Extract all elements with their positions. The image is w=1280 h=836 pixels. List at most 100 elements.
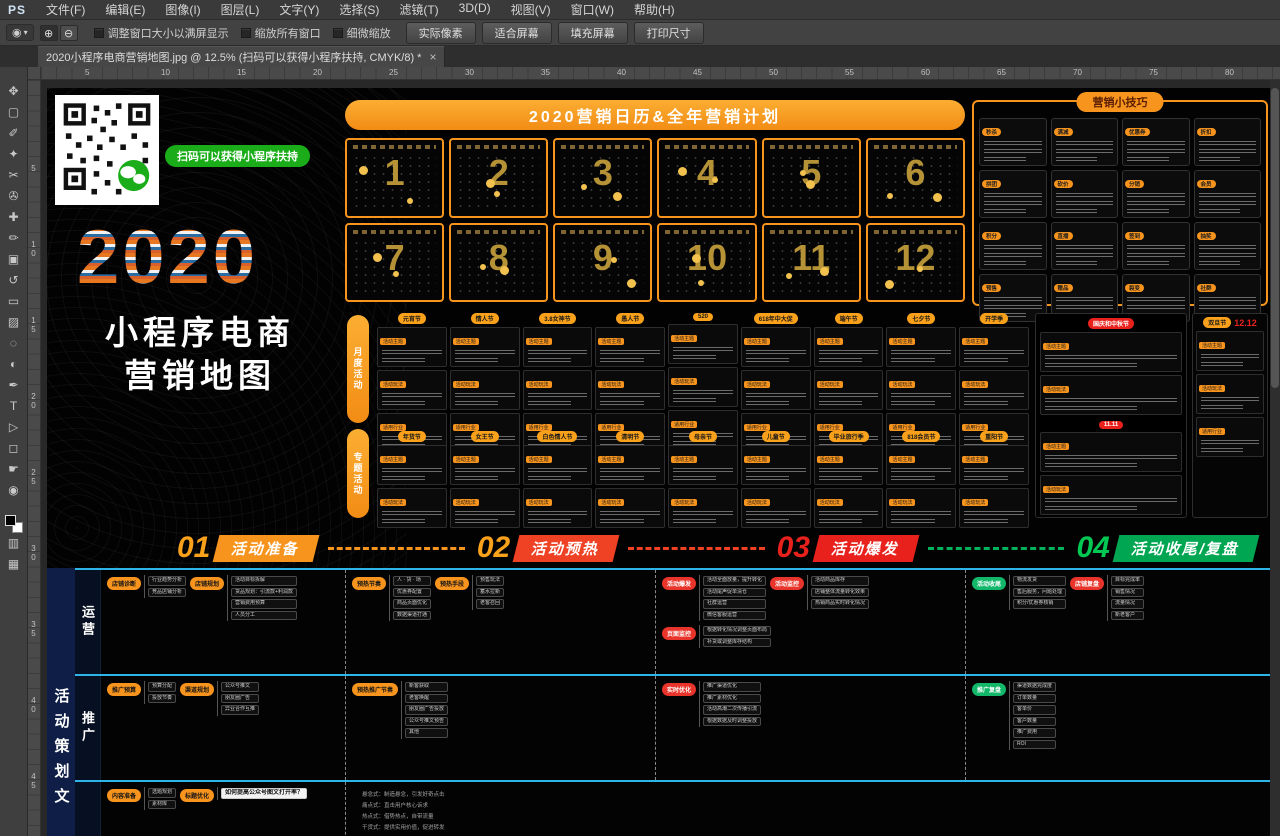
zoom-option-checkbox[interactable]: 缩放所有窗口 bbox=[241, 25, 321, 41]
document-canvas[interactable]: 扫码可以获得小程序扶持 2020 小程序电商 营销地图 2020营销日历&全年营… bbox=[47, 88, 1270, 836]
mindmap-node[interactable]: 微信客服运营 bbox=[703, 611, 766, 621]
zoom-action-button[interactable]: 适合屏幕 bbox=[482, 22, 552, 44]
mindmap-node[interactable]: 人员分工 bbox=[231, 611, 297, 621]
menu-item[interactable]: 文字(Y) bbox=[269, 1, 329, 18]
mindmap-node[interactable]: 物流发货 bbox=[1013, 576, 1066, 586]
mindmap-node[interactable]: 活动高潮二次传播引流 bbox=[703, 705, 761, 715]
calendar-month[interactable]: 12 bbox=[866, 223, 965, 303]
mindmap-badge[interactable]: 活动监控 bbox=[770, 577, 804, 590]
event-column[interactable]: 白色情人节活动主题活动玩法 bbox=[523, 431, 593, 528]
mindmap-badge[interactable]: 标题优化 bbox=[180, 789, 214, 802]
mindmap-node[interactable]: 投放节奏 bbox=[148, 694, 176, 704]
mindmap-node[interactable]: 选题规划 bbox=[148, 788, 176, 798]
event-column[interactable]: 儿童节活动主题活动玩法 bbox=[741, 431, 811, 528]
mindmap-node[interactable]: 推广渠道优化 bbox=[703, 682, 761, 692]
checkbox-icon[interactable] bbox=[333, 28, 343, 38]
tip-card[interactable]: 满减 bbox=[1051, 118, 1119, 166]
zoom-in-button[interactable]: ⊕ bbox=[40, 25, 58, 41]
history-brush-tool[interactable]: ↺ bbox=[4, 270, 24, 291]
mindmap-node[interactable]: 积分/优惠券核销 bbox=[1013, 599, 1066, 609]
mindmap-badge[interactable]: 页面监控 bbox=[662, 627, 696, 640]
quick-mask-icon[interactable]: ▥ bbox=[4, 533, 24, 554]
zoom-out-button[interactable]: ⊖ bbox=[60, 25, 78, 41]
mindmap-badge[interactable]: 预热推广节奏 bbox=[352, 683, 398, 696]
brush-tool[interactable]: ✏ bbox=[4, 228, 24, 249]
menu-item[interactable]: 选择(S) bbox=[329, 1, 389, 18]
mindmap-node[interactable]: 如何提高公众号图文打开率？ bbox=[221, 788, 307, 799]
mindmap-node[interactable]: 行业趋势分析 bbox=[148, 576, 186, 586]
mindmap-node[interactable]: 售后服务，问题处理 bbox=[1013, 588, 1066, 598]
mindmap-badge[interactable]: 预热节奏 bbox=[352, 577, 386, 590]
tip-card[interactable]: 拼团 bbox=[979, 170, 1047, 218]
hand-tool[interactable]: ☛ bbox=[4, 459, 24, 480]
phase-ribbon[interactable]: 活动准备 bbox=[213, 535, 320, 562]
vertical-scrollbar[interactable] bbox=[1270, 80, 1280, 836]
event-column[interactable]: 年货节活动主题活动玩法 bbox=[377, 431, 447, 528]
calendar-month[interactable]: 6 bbox=[866, 138, 965, 218]
clone-stamp-tool[interactable]: ▣ bbox=[4, 249, 24, 270]
mindmap-node[interactable]: ROI bbox=[1013, 740, 1056, 750]
eyedropper-tool[interactable]: ✇ bbox=[4, 186, 24, 207]
calendar-month[interactable]: 4 bbox=[657, 138, 756, 218]
mindmap-node[interactable]: 营销费用预算 bbox=[231, 599, 297, 609]
event-column[interactable]: 女王节活动主题活动玩法 bbox=[450, 431, 520, 528]
mindmap-node[interactable]: 活动目标拆解 bbox=[231, 576, 297, 586]
tip-card[interactable]: 积分 bbox=[979, 222, 1047, 270]
menu-item[interactable]: 文件(F) bbox=[36, 1, 95, 18]
tip-card[interactable]: 抽奖 bbox=[1194, 222, 1262, 270]
mindmap-badge[interactable]: 活动爆发 bbox=[662, 577, 696, 590]
gradient-tool[interactable]: ▨ bbox=[4, 312, 24, 333]
mindmap-node[interactable]: 新老客户 bbox=[1111, 611, 1144, 621]
tip-card[interactable]: 会员 bbox=[1194, 170, 1262, 218]
mindmap-node[interactable]: 异业合作互推 bbox=[221, 705, 259, 715]
mindmap-node[interactable]: 公众号推文预告 bbox=[405, 717, 448, 727]
mindmap-node[interactable]: 新客获取 bbox=[405, 682, 448, 692]
mindmap-node[interactable]: 活动全面放量，提升转化 bbox=[703, 576, 766, 586]
mindmap-node[interactable]: 预售玩法 bbox=[476, 576, 504, 586]
mindmap-node[interactable]: 活动尾声促单清仓 bbox=[703, 588, 766, 598]
zoom-option-checkbox[interactable]: 调整窗口大小以满屏显示 bbox=[94, 25, 229, 41]
event-column[interactable]: 母亲节活动主题活动玩法 bbox=[668, 431, 738, 528]
mindmap-node[interactable]: 补货或调整库存结构 bbox=[703, 638, 771, 648]
event-column[interactable]: 重阳节活动主题活动玩法 bbox=[959, 431, 1029, 528]
tip-card[interactable]: 直播 bbox=[1051, 222, 1119, 270]
mindmap-node[interactable]: 根据数据及时调整投放 bbox=[703, 717, 761, 727]
mindmap-node[interactable]: 订单数量 bbox=[1013, 694, 1056, 704]
mindmap-node[interactable]: 老客唤醒 bbox=[405, 694, 448, 704]
mindmap-badge[interactable]: 店铺规划 bbox=[190, 577, 224, 590]
checkbox-icon[interactable] bbox=[241, 28, 251, 38]
mindmap-badge[interactable]: 推广复盘 bbox=[972, 683, 1006, 696]
event-column[interactable]: 818会员节活动主题活动玩法 bbox=[886, 431, 956, 528]
mindmap-badge[interactable]: 店铺诊断 bbox=[107, 577, 141, 590]
mindmap-badge[interactable]: 预热手段 bbox=[435, 577, 469, 590]
tool-preset-dropdown[interactable]: ◉ ▾ bbox=[6, 24, 34, 41]
mindmap-node[interactable]: 素材库 bbox=[148, 800, 176, 810]
mindmap-node[interactable]: 货品规划：引流款+利润款 bbox=[231, 588, 297, 598]
mindmap-badge[interactable]: 活动收尾 bbox=[972, 577, 1006, 590]
phase-ribbon[interactable]: 活动收尾/复盘 bbox=[1112, 535, 1259, 562]
blur-tool[interactable]: ◌ bbox=[4, 333, 24, 354]
document-tab[interactable]: 2020小程序电商营销地图.jpg @ 12.5% (扫码可以获得小程序扶持, … bbox=[38, 46, 445, 67]
zoom-action-button[interactable]: 填充屏幕 bbox=[558, 22, 628, 44]
calendar-month[interactable]: 8 bbox=[449, 223, 548, 303]
tip-card[interactable]: 优惠券 bbox=[1122, 118, 1190, 166]
mindmap-node[interactable]: 推广费用 bbox=[1013, 728, 1056, 738]
event-column[interactable]: 毕业旅行季活动主题活动玩法 bbox=[814, 431, 884, 528]
move-tool[interactable]: ✥ bbox=[4, 81, 24, 102]
mindmap-node[interactable]: 其他 bbox=[405, 728, 448, 738]
eraser-tool[interactable]: ▭ bbox=[4, 291, 24, 312]
menu-item[interactable]: 3D(D) bbox=[449, 1, 501, 18]
calendar-month[interactable]: 7 bbox=[345, 223, 444, 303]
tip-card[interactable]: 分销 bbox=[1122, 170, 1190, 218]
calendar-month[interactable]: 9 bbox=[553, 223, 652, 303]
mindmap-node[interactable]: 目标完成率 bbox=[1111, 576, 1144, 586]
mindmap-node[interactable]: 预算分配 bbox=[148, 682, 176, 692]
healing-brush-tool[interactable]: ✚ bbox=[4, 207, 24, 228]
zoom-action-button[interactable]: 打印尺寸 bbox=[634, 22, 704, 44]
mindmap-badge[interactable]: 渠道规划 bbox=[180, 683, 214, 696]
mindmap-node[interactable]: 优惠券配置 bbox=[393, 588, 431, 598]
calendar-month[interactable]: 10 bbox=[657, 223, 756, 303]
crop-tool[interactable]: ✂ bbox=[4, 165, 24, 186]
path-select-tool[interactable]: ▷ bbox=[4, 417, 24, 438]
calendar-month[interactable]: 5 bbox=[762, 138, 861, 218]
